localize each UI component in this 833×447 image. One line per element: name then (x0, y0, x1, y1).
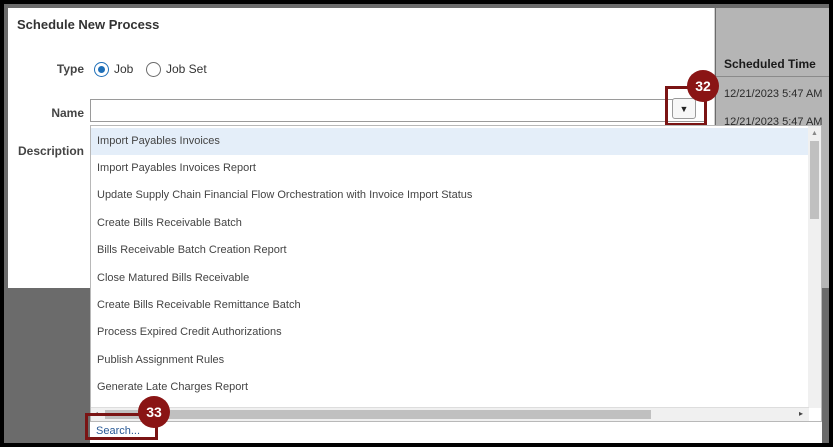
list-item[interactable]: Import Payables Invoices (91, 128, 809, 155)
column-header-scheduled-time: Scheduled Time (724, 57, 816, 71)
list-item[interactable]: Bills Receivable Batch Creation Report (91, 237, 809, 264)
callout-badge-32: 32 (687, 70, 719, 102)
list-item[interactable]: Close Matured Bills Receivable (91, 265, 809, 292)
description-label: Description (17, 144, 84, 158)
header-divider (716, 76, 829, 77)
app-viewport: Scheduled Time 12/21/2023 5:47 AM 12/21/… (4, 4, 829, 443)
radio-job-set[interactable] (146, 62, 161, 77)
screenshot-frame: Scheduled Time 12/21/2023 5:47 AM 12/21/… (0, 0, 833, 447)
vertical-scroll-thumb[interactable] (810, 141, 819, 219)
scroll-right-icon[interactable]: ▸ (799, 409, 803, 418)
name-label: Name (51, 106, 84, 120)
list-item[interactable]: Generate Late Charges Report (91, 374, 809, 401)
radio-job[interactable] (94, 62, 109, 77)
dropdown-footer (90, 422, 822, 443)
name-input[interactable] (90, 99, 706, 122)
dialog-title: Schedule New Process (17, 17, 160, 32)
list-item[interactable]: Import Payables Invoices Report (91, 155, 809, 182)
type-label: Type (56, 62, 84, 76)
vertical-scrollbar[interactable]: ▲ (808, 126, 821, 408)
table-cell: 12/21/2023 5:47 AM (724, 88, 823, 100)
radio-job-set-label[interactable]: Job Set (166, 62, 207, 76)
horizontal-scrollbar[interactable]: ◂ ▸ (91, 407, 809, 421)
scroll-up-icon[interactable]: ▲ (811, 130, 818, 137)
callout-badge-33: 33 (138, 396, 170, 428)
list-item[interactable]: Create Bills Receivable Batch (91, 210, 809, 237)
list-item[interactable]: Create Bills Receivable Remittance Batch (91, 292, 809, 319)
list-item[interactable]: Publish Assignment Rules (91, 347, 809, 374)
list-item[interactable]: Update Supply Chain Financial Flow Orche… (91, 182, 809, 209)
radio-job-label[interactable]: Job (114, 62, 133, 76)
horizontal-scroll-thumb[interactable] (105, 410, 651, 419)
name-dropdown-list[interactable]: Import Payables Invoices Import Payables… (90, 125, 822, 422)
list-item[interactable]: Process Expired Credit Authorizations (91, 319, 809, 346)
